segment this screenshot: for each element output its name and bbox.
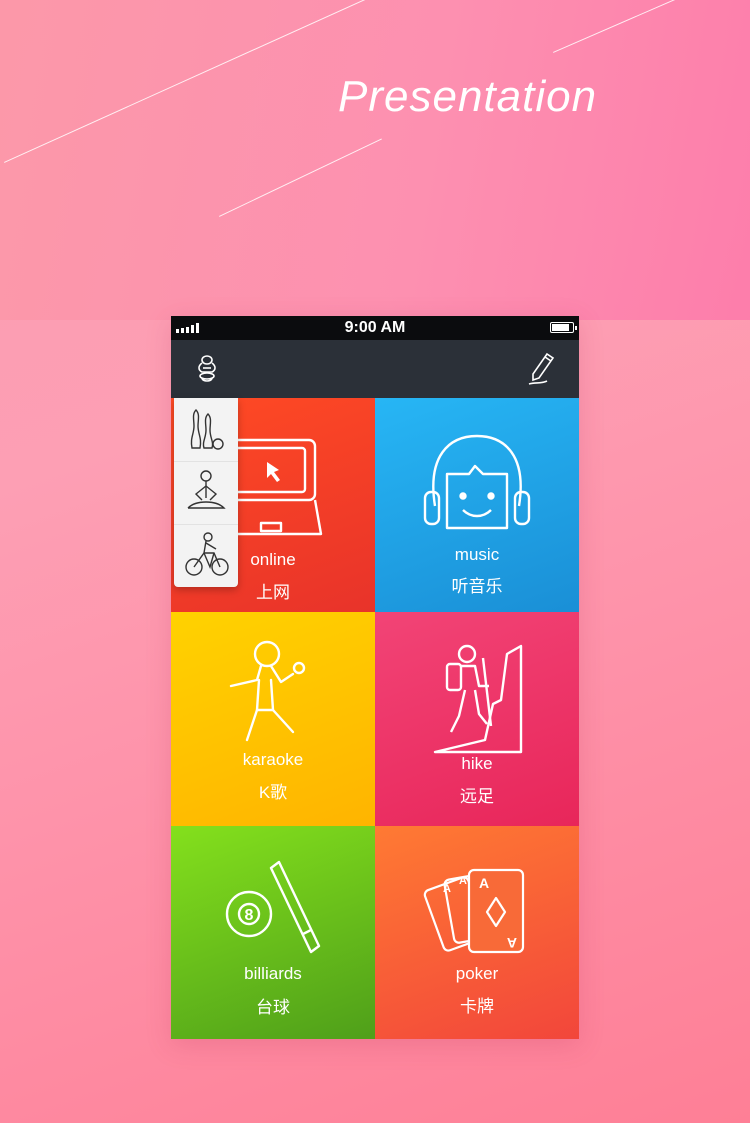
tile-label-zh: 远足 (460, 787, 494, 806)
pencil-edit-icon[interactable] (523, 350, 561, 388)
tile-label-en: hike (461, 754, 493, 773)
bowling-icon (190, 409, 224, 450)
page-title: Presentation (338, 72, 598, 121)
meditation-icon (187, 470, 226, 509)
billiard-ball-icon: 8 (225, 860, 321, 954)
tile-music[interactable]: music 听音乐 (375, 398, 579, 612)
menu-bowling-icon[interactable] (188, 350, 226, 388)
tile-poker[interactable]: A A A A poker 卡牌 (375, 826, 579, 1039)
cycling-icon (185, 532, 229, 576)
phone-screen: 9:00 AM online 上网 music 听音乐 karaoke K歌 h… (171, 316, 579, 1039)
dropdown-item-meditation[interactable] (174, 461, 238, 524)
activity-dropdown (174, 398, 238, 587)
tile-label-en: music (454, 545, 500, 564)
svg-text:A: A (479, 875, 489, 891)
tile-label-zh: 听音乐 (451, 577, 503, 596)
tile-hike[interactable]: hike 远足 (375, 612, 579, 826)
svg-text:A: A (507, 935, 517, 951)
tile-label-en: karaoke (242, 750, 304, 769)
tile-label-en: billiards (244, 964, 302, 983)
svg-text:8: 8 (245, 907, 254, 924)
tile-label-zh: K歌 (258, 783, 288, 802)
svg-text:A: A (443, 883, 451, 895)
tile-label-en: poker (455, 964, 499, 983)
tile-label-zh: 卡牌 (460, 997, 494, 1016)
playing-cards-icon: A A A A (423, 868, 525, 954)
battery-icon (550, 322, 577, 333)
headphones-face-icon (423, 434, 531, 530)
tile-label-zh: 台球 (256, 998, 290, 1017)
tile-billiards[interactable]: 8 billiards 台球 (171, 826, 375, 1039)
nav-bar (171, 340, 579, 398)
climber-icon (433, 644, 523, 754)
status-time: 9:00 AM (344, 319, 406, 336)
svg-text:A: A (459, 875, 467, 887)
dropdown-item-bowling[interactable] (174, 398, 238, 460)
tile-karaoke[interactable]: karaoke K歌 (171, 612, 375, 826)
status-bar: 9:00 AM (171, 316, 579, 340)
singer-icon (229, 640, 306, 742)
dropdown-item-cycling[interactable] (174, 524, 238, 587)
background-top (0, 0, 750, 320)
